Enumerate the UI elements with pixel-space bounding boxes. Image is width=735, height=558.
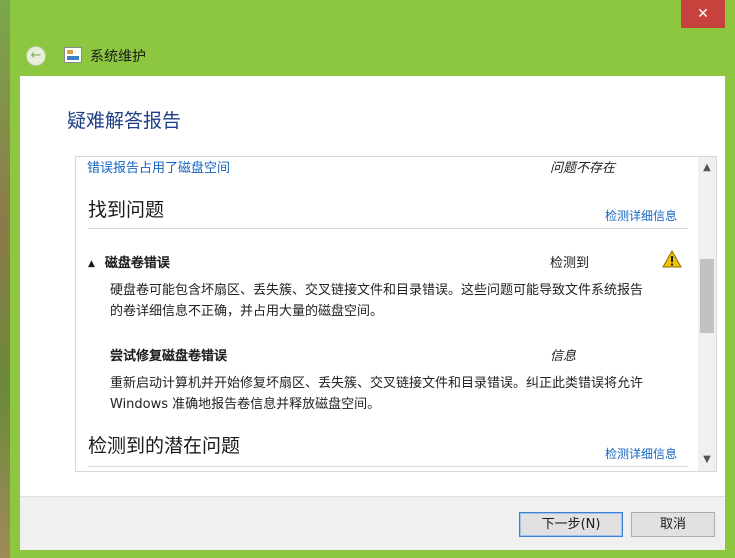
fix-description: 重新启动计算机并开始修复坏扇区、丢失簇、交叉链接文件和目录错误。纠正此类错误将允… <box>110 376 644 412</box>
scroll-thumb[interactable] <box>700 259 714 333</box>
error-report-link[interactable]: 错误报告占用了磁盘空间 <box>87 157 230 176</box>
problem-status: 检测到 <box>550 256 590 271</box>
problem-description: 硬盘卷可能包含坏扇区、丢失簇、交叉链接文件和目录错误。这些问题可能导致文件系统报… <box>110 283 644 319</box>
content-area: 疑难解答报告 错误报告占用了磁盘空间 问题不存在 找到问题 检测详细信息 ▲ 磁盘… <box>20 76 725 496</box>
scroll-up-icon[interactable]: ▲ <box>698 159 716 177</box>
window-title: 系统维护 <box>90 49 146 65</box>
page-title: 疑难解答报告 <box>67 110 182 132</box>
top-row-status: 问题不存在 <box>550 161 616 176</box>
found-problems-title: 找到问题 <box>88 199 165 221</box>
report-panel[interactable]: 错误报告占用了磁盘空间 问题不存在 找到问题 检测详细信息 ▲ 磁盘卷错误 检测到… <box>75 156 717 472</box>
disk-volume-error-header[interactable]: ▲ 磁盘卷错误 <box>88 252 170 271</box>
cancel-button[interactable]: 取消 <box>631 512 715 537</box>
collapse-triangle-icon[interactable]: ▲ <box>88 259 95 269</box>
close-button[interactable]: ✕ <box>681 0 725 28</box>
troubleshooting-window: ✕ ← 系统维护 疑难解答报告 错误报告占用了磁盘空间 问题不存在 找到问题 检… <box>10 0 735 558</box>
scroll-down-icon[interactable]: ▼ <box>698 451 716 469</box>
warning-icon <box>662 250 682 268</box>
found-detail-link[interactable]: 检测详细信息 <box>605 207 677 224</box>
system-maintenance-icon <box>64 47 82 63</box>
fix-title: 尝试修复磁盘卷错误 <box>110 349 228 364</box>
scrollbar[interactable]: ▲ ▼ <box>698 157 716 471</box>
navigation-bar: ← 系统维护 <box>10 36 735 76</box>
separator <box>88 466 688 467</box>
fix-status: 信息 <box>550 349 577 364</box>
back-arrow-icon[interactable]: ← <box>26 46 46 66</box>
title-bar: ✕ <box>10 0 735 30</box>
separator <box>88 228 688 229</box>
next-button[interactable]: 下一步(N) <box>519 512 623 537</box>
potential-problems-title: 检测到的潜在问题 <box>88 435 241 457</box>
problem-title: 磁盘卷错误 <box>104 256 170 271</box>
potential-detail-link[interactable]: 检测详细信息 <box>605 445 677 462</box>
footer-bar: 下一步(N) 取消 <box>20 496 725 550</box>
